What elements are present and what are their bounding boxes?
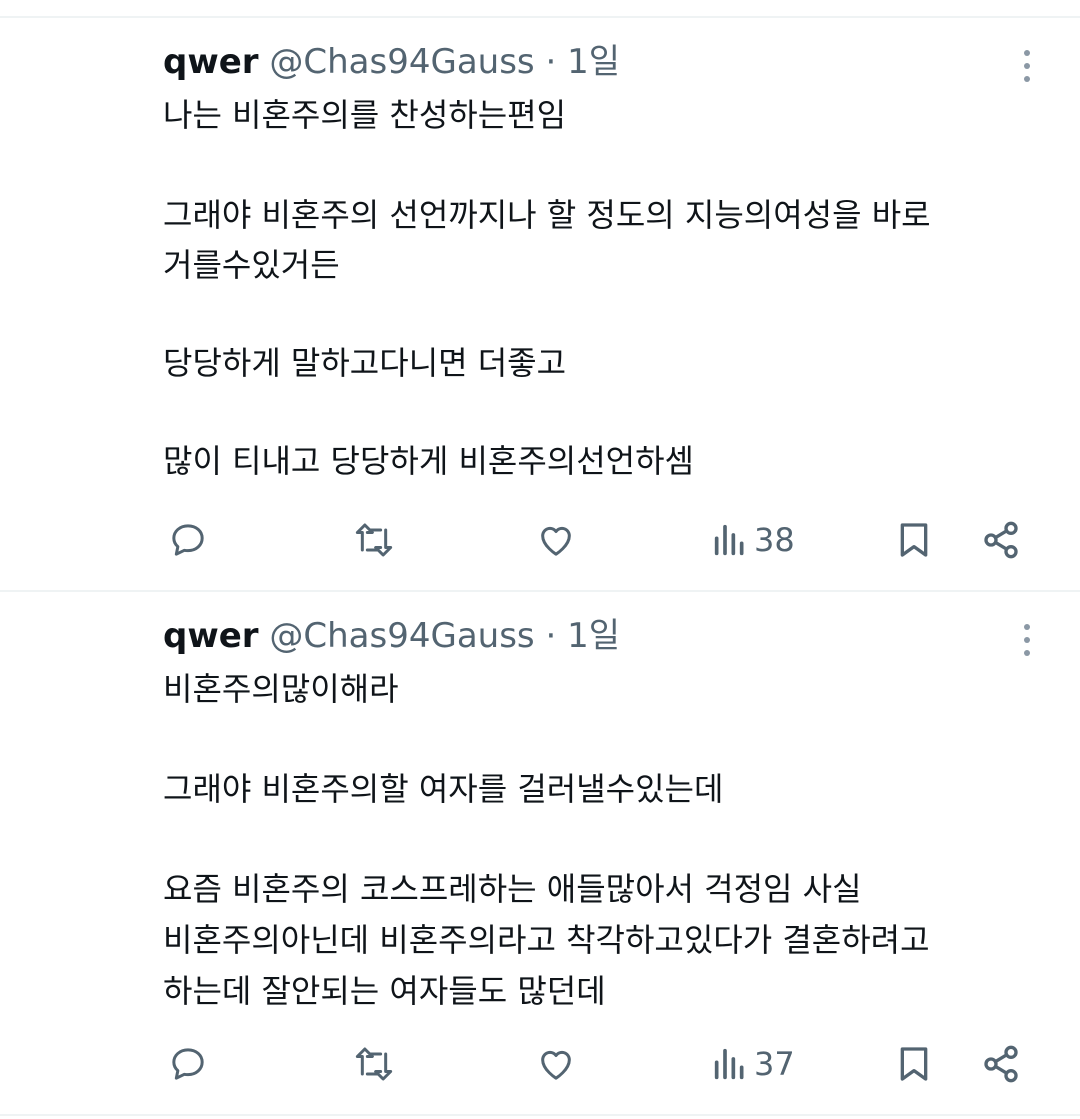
tweet-text-line: 비혼주의많이해라 (163, 670, 399, 708)
top-divider (0, 16, 1080, 18)
views-count: 38 (754, 521, 795, 559)
reply-icon (172, 1048, 204, 1080)
more-icon[interactable] (1012, 620, 1042, 660)
tweet-text-line: 그래야 비혼주의 선언까지나 할 정도의 지능의여성을 바로 (163, 196, 931, 234)
more-icon[interactable] (1012, 46, 1042, 86)
share-button[interactable] (980, 1044, 1022, 1084)
tweet-text-line: 그래야 비혼주의할 여자를 걸러낼수있는데 (163, 770, 724, 808)
tweet-text-line: 거를수있거든 (163, 246, 340, 284)
like-button[interactable] (535, 520, 577, 560)
tweet-header: qwer @Chas94Gauss · 1일 (163, 614, 620, 658)
timestamp[interactable]: 1일 (567, 42, 620, 82)
tweet[interactable]: qwer @Chas94Gauss · 1일 비혼주의많이해라 그래야 비혼주의… (0, 614, 1080, 1094)
like-icon (541, 526, 571, 556)
bookmark-icon (900, 523, 928, 557)
retweet-icon (355, 523, 393, 557)
tweet-header: qwer @Chas94Gauss · 1일 (163, 40, 620, 84)
views-icon (714, 524, 744, 556)
separator: · (545, 42, 557, 82)
author-handle[interactable]: @Chas94Gauss (269, 42, 534, 82)
bookmark-button[interactable] (895, 520, 933, 560)
tweet-text-line: 많이 티내고 당당하게 비혼주의선언하셈 (163, 442, 694, 480)
reply-button[interactable] (168, 1044, 208, 1084)
bookmark-button[interactable] (895, 1044, 933, 1084)
share-icon (984, 1045, 1018, 1083)
like-icon (541, 1050, 571, 1080)
tweet-text-line: 비혼주의아닌데 비혼주의라고 착각하고있다가 결혼하려고 (163, 921, 930, 959)
author-handle[interactable]: @Chas94Gauss (269, 616, 534, 656)
views-button[interactable]: 37 (712, 1044, 795, 1084)
retweet-icon (355, 1047, 393, 1081)
share-button[interactable] (980, 520, 1022, 560)
author-name[interactable]: qwer (163, 42, 259, 82)
tweet-text-line: 하는데 잘안되는 여자들도 많던데 (163, 972, 606, 1010)
separator: · (545, 616, 557, 656)
tweet-divider (0, 590, 1080, 592)
bottom-divider (0, 1114, 1080, 1116)
author-name[interactable]: qwer (163, 616, 259, 656)
tweet-text-line: 요즘 비혼주의 코스프레하는 애들많아서 걱정임 사실 (163, 870, 862, 908)
views-button[interactable]: 38 (712, 520, 795, 560)
tweet-text-line: 나는 비혼주의를 찬성하는편임 (163, 96, 567, 134)
retweet-button[interactable] (352, 520, 396, 560)
bookmark-icon (900, 1047, 928, 1081)
timestamp[interactable]: 1일 (567, 616, 620, 656)
views-count: 37 (754, 1045, 795, 1083)
share-icon (984, 521, 1018, 559)
reply-icon (172, 524, 204, 556)
like-button[interactable] (535, 1044, 577, 1084)
tweet[interactable]: qwer @Chas94Gauss · 1일 나는 비혼주의를 찬성하는편임 그… (0, 40, 1080, 590)
views-icon (714, 1048, 744, 1080)
tweet-text-line: 당당하게 말하고다니면 더좋고 (163, 344, 567, 382)
retweet-button[interactable] (352, 1044, 396, 1084)
reply-button[interactable] (168, 520, 208, 560)
